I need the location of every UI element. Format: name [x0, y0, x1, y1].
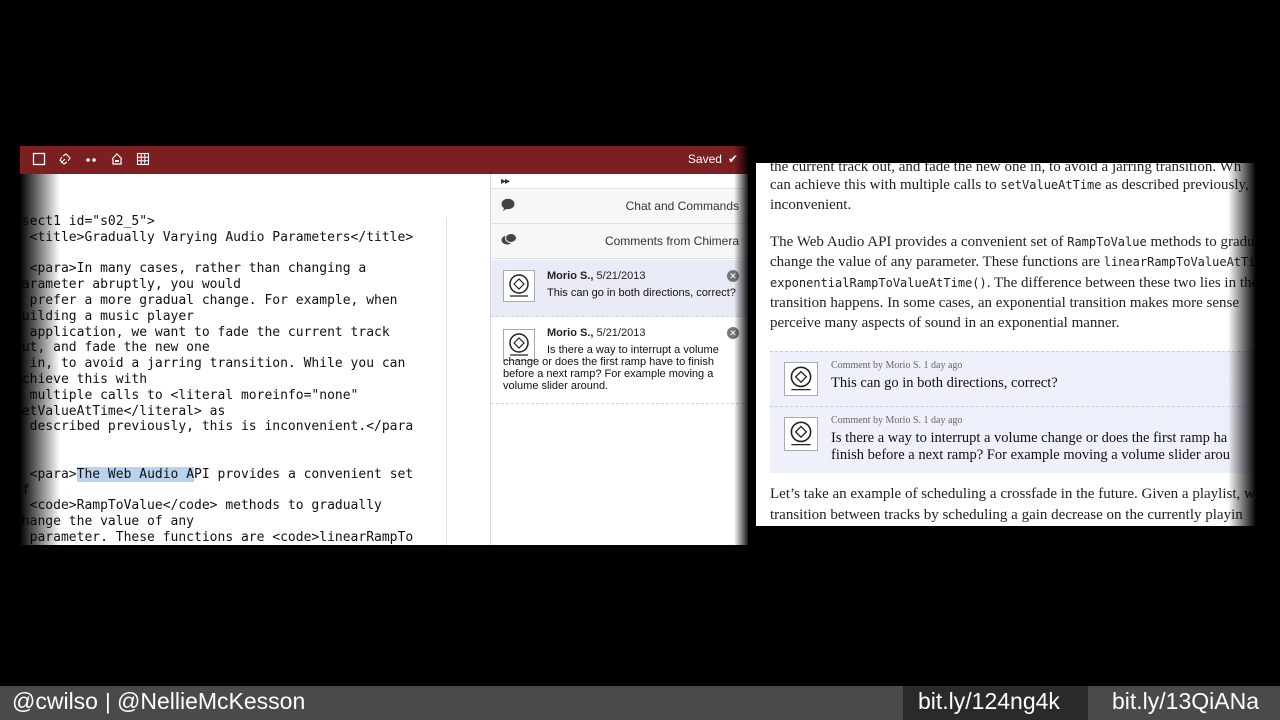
preview-text: . The difference between these two lies …	[986, 275, 1256, 291]
footer-separator: |	[105, 689, 111, 714]
expand-arrows-icon[interactable]: ▸▸	[501, 176, 510, 187]
comment-text: This can go in both directions, correct?	[831, 375, 1058, 391]
chat-commands-label: Chat and Commands	[625, 199, 739, 213]
text-selection: The Web Audio A	[76, 466, 195, 482]
saved-label: Saved	[687, 152, 722, 166]
comment-text: Is there a way to interrupt a volume cha…	[831, 430, 1228, 446]
footer-bar: @cwilso | @NellieMcKesson bit.ly/124ng4k…	[0, 686, 1280, 720]
preview-line: change the value of any parameter. These…	[770, 252, 1255, 273]
inline-code: setValueAtTime	[1000, 178, 1102, 192]
preview-line: transition happens. In some cases, an ex…	[770, 295, 1240, 311]
code-line: <title>Gradually Varying Audio Parameter…	[20, 229, 414, 245]
comment-text: This can go in both directions, correct?	[547, 287, 736, 299]
preview-comment[interactable]: Comment by Morio S. 1 day ago Is there a…	[770, 406, 1256, 473]
footnote-icon[interactable]	[84, 152, 98, 166]
comment-card[interactable]: Morio S., 5/21/2013 Is there a way to in…	[491, 317, 748, 404]
preview-line: perceive many aspects of sound in an exp…	[770, 315, 1120, 331]
code-line-highlighted: <para>The Web Audio API provides a conve…	[30, 466, 414, 482]
short-link[interactable]: bit.ly/124ng4k	[918, 688, 1060, 715]
editor-divider	[446, 218, 447, 545]
comment-author: Morio S.,	[547, 270, 594, 282]
preview-text: change the value of any parameter. These…	[770, 254, 1104, 270]
preview-line: The Web Audio API provides a convenient …	[770, 232, 1255, 253]
comments-row[interactable]: Comments from Chimera	[491, 224, 748, 259]
edge-fade	[1228, 163, 1256, 526]
table-icon[interactable]	[136, 152, 150, 166]
code-line: <para>In many cases, rather than changin…	[20, 261, 367, 277]
code-editor[interactable]: <sect1 id="s02_5"> <title>Gradually Vary…	[20, 174, 446, 545]
code-text[interactable]: <sect1 id="s02_5"> <title>Gradually Vary…	[20, 214, 413, 545]
code-line: <code>RampToValue</code> methods to grad…	[20, 498, 382, 514]
chat-commands-row[interactable]: Chat and Commands	[491, 189, 748, 224]
editor-toolbar: Saved ✔	[20, 146, 748, 174]
editor-window: Saved ✔ <sect1 id="s02_5"> <title>Gradual…	[20, 146, 748, 545]
inline-code: RampToValue	[1067, 235, 1147, 249]
frame-icon[interactable]	[32, 152, 46, 166]
edge-fade	[20, 174, 60, 545]
comment-meta: Comment by Morio S. 1 day ago	[831, 415, 963, 426]
code-line: parameter. These functions are <code>lin…	[20, 529, 414, 545]
preview-line: can achieve this with multiple calls to …	[770, 175, 1249, 196]
index-icon[interactable]	[110, 152, 124, 166]
collapse-row[interactable]: ▸▸	[491, 174, 748, 189]
preview-line: inconvenient.	[770, 197, 852, 213]
comment-meta: Comment by Morio S. 1 day ago	[831, 360, 963, 371]
comment-text: Is there a way to interrupt a volume cha…	[503, 344, 719, 392]
avatar	[503, 270, 535, 302]
preview-text: The Web Audio API provides a convenient …	[770, 234, 1068, 250]
comment-header: Morio S., 5/21/2013	[547, 327, 645, 339]
preview-comment[interactable]: Comment by Morio S. 1 day ago This can g…	[770, 351, 1256, 407]
preview-line: transition between tracks by scheduling …	[770, 507, 1243, 523]
short-link[interactable]: bit.ly/13QiANa	[1112, 688, 1259, 715]
comment-card[interactable]: Morio S., 5/21/2013 This can go in both …	[491, 260, 748, 317]
code-line: prefer a more gradual change. For exampl…	[20, 292, 398, 308]
code-line: multiple calls to <literal moreinfo="non…	[20, 387, 359, 403]
twitter-handle: @NellieMcKesson	[117, 688, 306, 714]
preview-line: exponentialRampToValueAtTime(). The diff…	[770, 273, 1256, 294]
comment-header: Morio S., 5/21/2013	[547, 270, 645, 282]
code-line: described previously, this is inconvenie…	[20, 419, 414, 435]
link-icon[interactable]	[58, 152, 72, 166]
edge-fade	[734, 146, 748, 545]
comment-date: 5/21/2013	[596, 327, 646, 339]
inline-code: exponentialRampToValueAtTime()	[770, 276, 987, 290]
avatar	[784, 362, 818, 396]
comment-date: 5/21/2013	[596, 270, 646, 282]
code-line: application, we want to fade the current…	[20, 324, 390, 340]
chat-bubble-icon	[501, 198, 515, 214]
saved-status: Saved ✔	[688, 152, 738, 166]
preview-line: Let’s take an example of scheduling a cr…	[770, 486, 1255, 502]
code-line: in, to avoid a jarring transition. While…	[20, 356, 406, 372]
twitter-handle: @cwilso	[12, 688, 98, 714]
side-pane: ▸▸ Chat and Commands Comments from Chime…	[490, 174, 748, 545]
comment-author: Morio S.,	[547, 327, 594, 339]
comments-bubbles-icon	[501, 233, 517, 249]
comments-label: Comments from Chimera	[604, 234, 739, 248]
rendered-preview: the current track out, and fade the new …	[756, 163, 1256, 526]
preview-text: can achieve this with multiple calls to	[770, 177, 1001, 193]
avatar	[784, 417, 818, 451]
preview-text: as described previously,	[1101, 177, 1249, 193]
comment-text: finish before a next ramp? For example m…	[831, 447, 1231, 463]
